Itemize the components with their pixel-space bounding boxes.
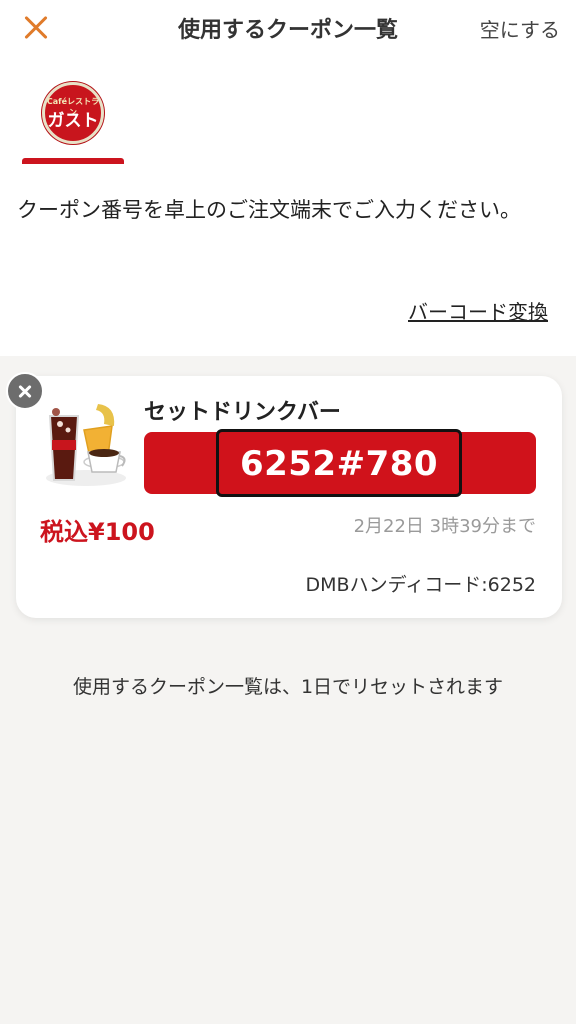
remove-coupon-icon[interactable]: [6, 372, 44, 410]
coupon-code-box: 6252#780: [216, 429, 462, 497]
coupon-card: セットドリンクバー 6252#780 税込¥100 2月22日 3時39分まで …: [16, 376, 562, 618]
coupon-name: セットドリンクバー: [144, 400, 341, 425]
handy-code: DMBハンディコード:6252: [305, 574, 536, 596]
reset-note: 使用するクーポン一覧は、1日でリセットされます: [72, 676, 504, 698]
brand-tab-gusto[interactable]: Caféレストラン ガスト: [22, 80, 124, 164]
top-section: 使用するクーポン一覧 空にする Caféレストラン ガスト クーポン番号を卓上の…: [0, 0, 576, 356]
coupon-price: 税込¥100: [40, 518, 155, 546]
header-bar: 使用するクーポン一覧 空にする: [0, 0, 576, 56]
instruction-text: クーポン番号を卓上のご注文端末でご入力ください。: [17, 198, 521, 222]
gusto-logo: Caféレストラン ガスト: [42, 82, 104, 144]
tab-active-indicator: [22, 158, 124, 164]
coupon-expiry: 2月22日 3時39分まで: [353, 516, 536, 537]
logo-text: ガスト: [47, 111, 99, 131]
clear-button[interactable]: 空にする: [480, 14, 560, 43]
drink-bar-icon: [46, 404, 126, 486]
coupon-code: 6252#780: [239, 444, 439, 484]
barcode-convert-link[interactable]: バーコード変換: [408, 296, 548, 325]
